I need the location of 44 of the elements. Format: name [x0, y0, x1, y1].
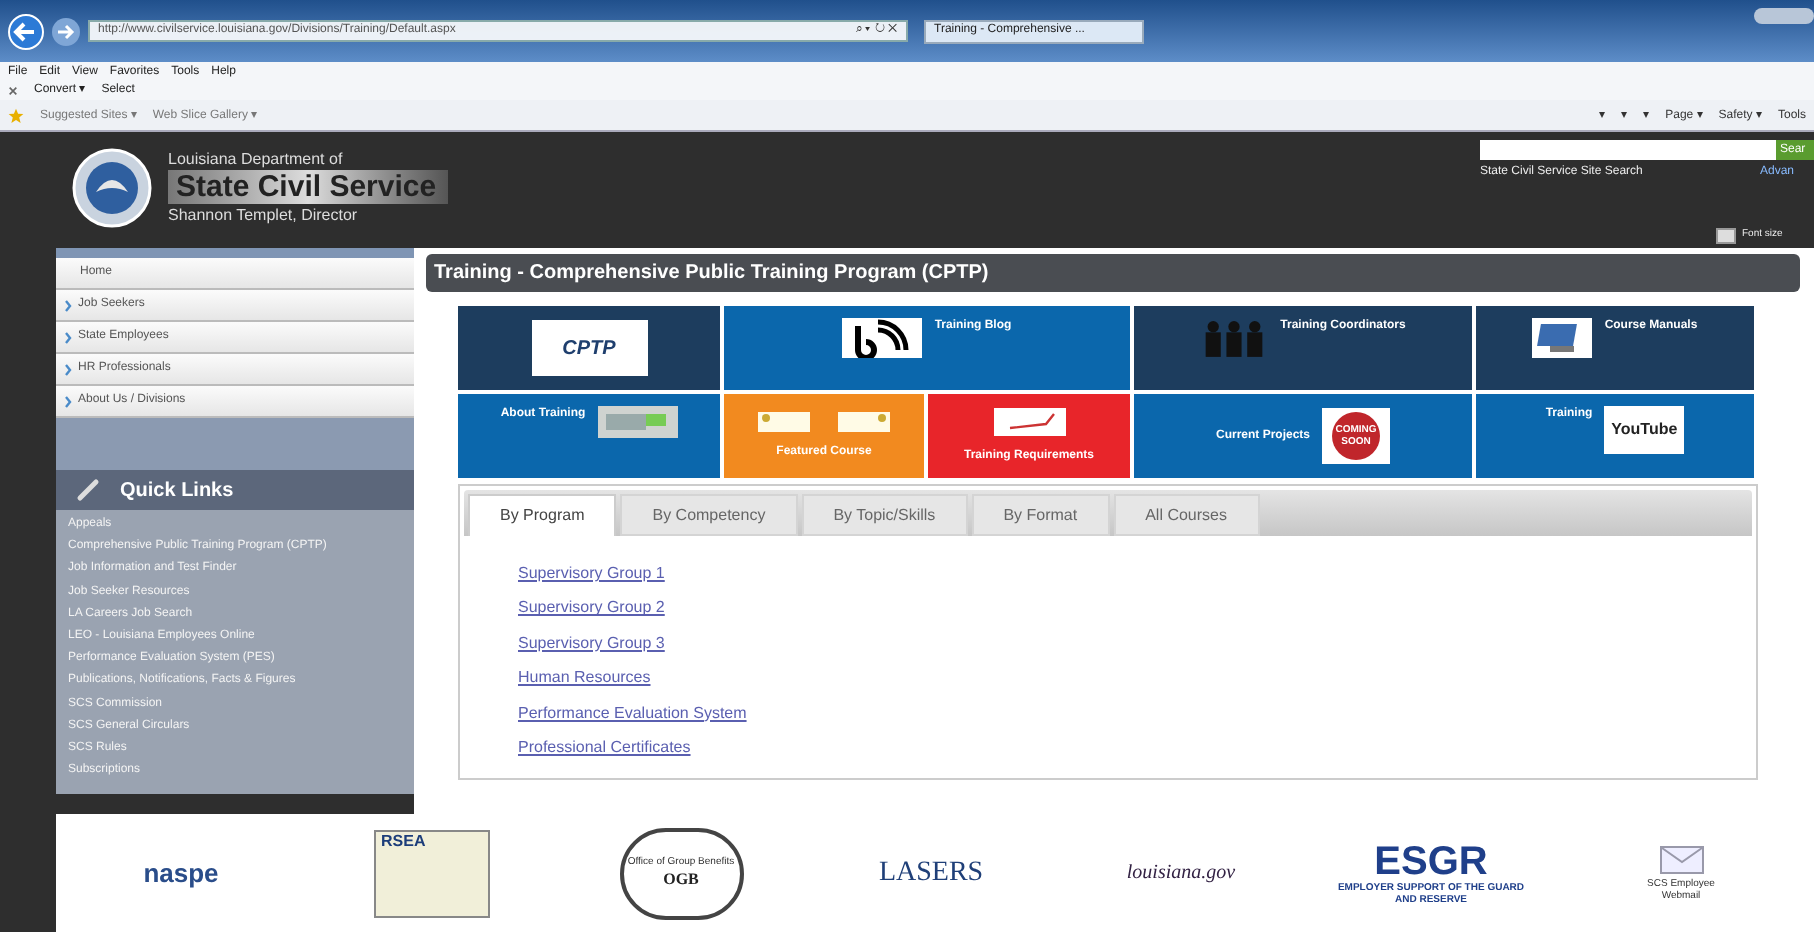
tab[interactable]: By Topic/Skills: [801, 494, 968, 536]
louisiana-gov-logo[interactable]: louisiana.gov: [1126, 858, 1236, 888]
page-title: Training - Comprehensive Public Training Program (CPTP): [426, 254, 1800, 292]
logo-text: ESGR: [1374, 841, 1488, 881]
search-field[interactable]: [1480, 140, 1776, 160]
cptp-logo: CPTP: [531, 320, 647, 376]
sticky-notes-icon: [754, 411, 894, 431]
keyboard-icon: [597, 406, 678, 438]
tab[interactable]: By Program: [468, 494, 617, 536]
tab[interactable]: By Competency: [620, 494, 798, 536]
monitor-icon: [1532, 318, 1593, 358]
forward-button[interactable]: [52, 17, 80, 45]
program-link[interactable]: Human Resources: [518, 664, 651, 691]
site-title: State Civil Service: [168, 170, 448, 204]
chevron-icon: [64, 299, 72, 311]
tab[interactable]: By Format: [971, 494, 1110, 536]
chevron-icon: [64, 395, 72, 407]
star-icon: [8, 107, 24, 123]
chevron-icon: [64, 363, 72, 375]
tile[interactable]: CPTP: [458, 306, 720, 390]
program-link[interactable]: Supervisory Group 1: [518, 560, 665, 586]
close-icon: [8, 85, 18, 95]
window-controls[interactable]: [1754, 8, 1814, 24]
naspe-logo[interactable]: naspe: [143, 853, 219, 893]
quick-links-title: Quick Links: [120, 477, 234, 505]
logo-text: RSEA: [381, 831, 426, 851]
back-button[interactable]: [8, 13, 44, 49]
envelope-icon: [1659, 845, 1703, 873]
program-link[interactable]: Supervisory Group 2: [518, 594, 665, 621]
program-link[interactable]: Supervisory Group 3: [518, 629, 665, 656]
youtube-logo: YouTube: [1604, 406, 1685, 454]
signature-icon: [993, 407, 1065, 435]
logo-text: OGB: [663, 867, 699, 891]
chevron-icon: [64, 331, 72, 343]
lasers-logo[interactable]: LASERS: [878, 852, 984, 894]
rsea-logo[interactable]: RSEA: [373, 829, 489, 917]
header-kicker: Louisiana Department of: [168, 148, 345, 170]
header-subtitle: Shannon Templet, Director: [168, 204, 360, 228]
program-link[interactable]: Performance Evaluation System: [518, 699, 747, 726]
font-size-icon[interactable]: [1716, 228, 1736, 244]
tab[interactable]: All Courses: [1113, 494, 1259, 536]
program-link[interactable]: Professional Certificates: [518, 733, 691, 760]
blog-logo-icon: [842, 318, 923, 358]
seal-icon: [72, 148, 152, 228]
